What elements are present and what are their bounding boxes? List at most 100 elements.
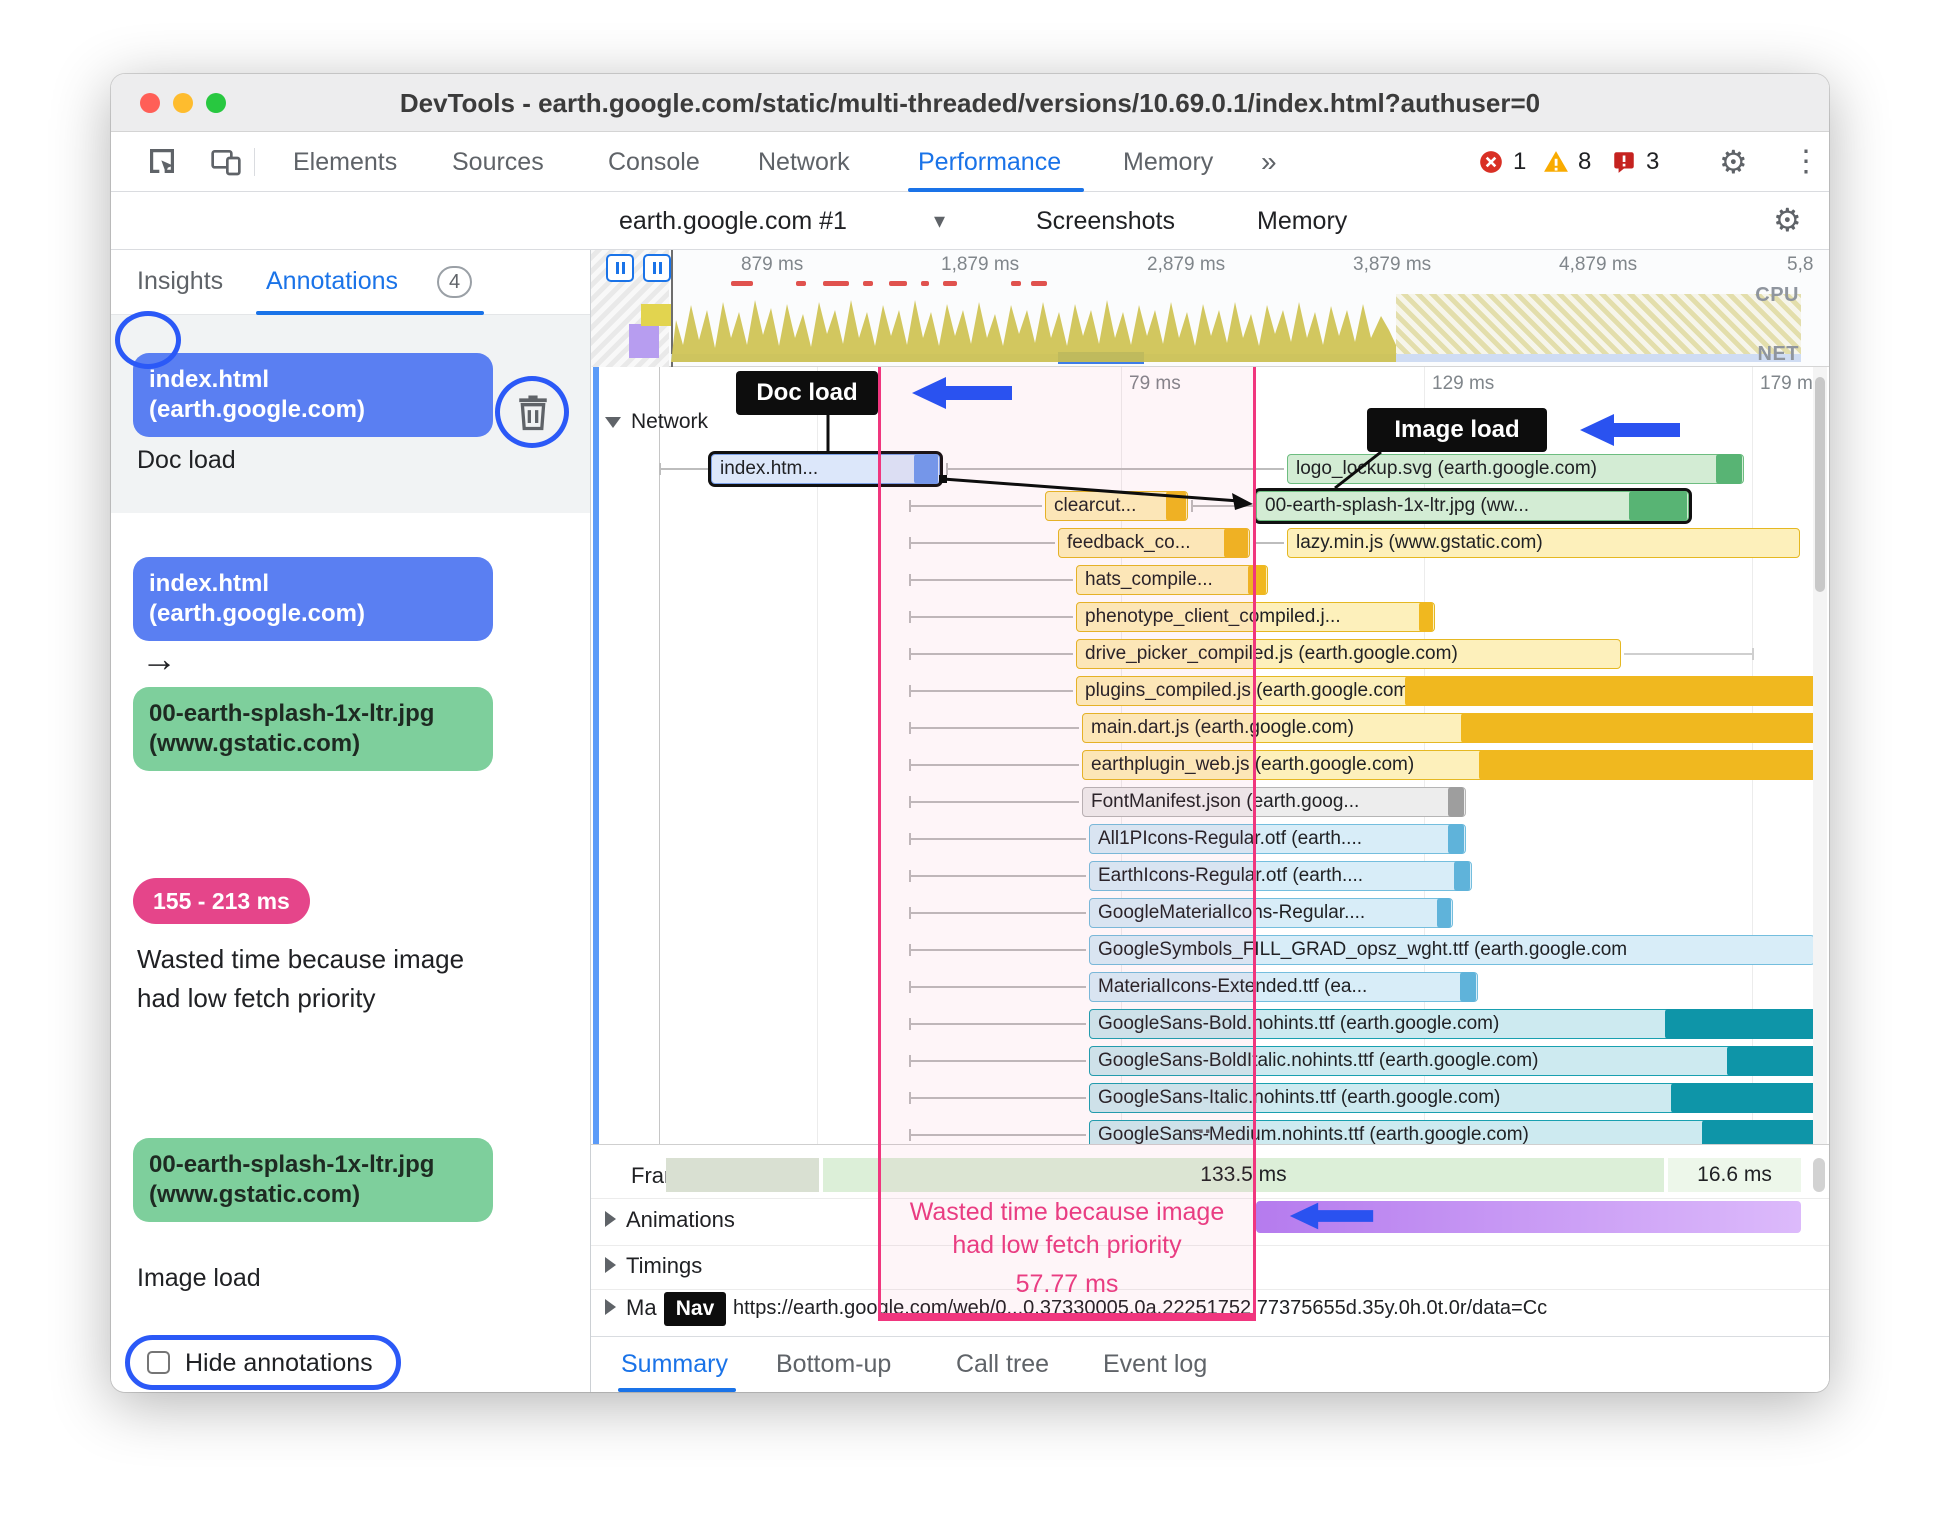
network-request-bar[interactable]: main.dart.js (earth.google.com) — [1082, 713, 1816, 743]
tab-network[interactable]: Network — [758, 132, 850, 192]
network-track-label: Network — [631, 410, 709, 433]
annotation-pill-time-range[interactable]: 155 - 213 ms — [133, 878, 310, 924]
device-toolbar-icon[interactable] — [210, 146, 242, 178]
waterfall-scrollbar[interactable] — [1813, 367, 1827, 1144]
request-label: EarthIcons-Regular.otf (earth.... — [1098, 865, 1364, 886]
network-request-bar[interactable]: plugins_compiled.js (earth.google.com) — [1076, 676, 1816, 706]
timeline-pane: 879 ms 1,879 ms 2,879 ms 3,879 ms 4,879 … — [591, 250, 1829, 1392]
inspect-icon[interactable] — [146, 145, 178, 177]
breadcrumb-button-2[interactable] — [643, 254, 671, 282]
network-request-bar[interactable]: drive_picker_compiled.js (earth.google.c… — [1076, 639, 1621, 669]
link-arrow-icon: → — [141, 638, 177, 679]
timeline-overview[interactable]: 879 ms 1,879 ms 2,879 ms 3,879 ms 4,879 … — [591, 250, 1829, 367]
kebab-menu-icon[interactable] — [1791, 132, 1821, 192]
warning-count[interactable]: 8 — [1578, 132, 1591, 192]
capture-settings-gear-icon[interactable] — [1773, 190, 1802, 250]
request-label: feedback_co... — [1067, 532, 1191, 553]
network-request-bar[interactable]: EarthIcons-Regular.otf (earth.... — [1089, 861, 1472, 891]
network-request-bar[interactable]: GoogleSans-Bold.nohints.ttf (earth.googl… — [1089, 1009, 1816, 1039]
network-request-bar[interactable]: feedback_co... — [1058, 528, 1250, 558]
net-activity-peak — [1058, 352, 1144, 364]
nav-annotation-label[interactable]: Nav — [664, 1292, 726, 1326]
request-label: logo_lockup.svg (earth.google.com) — [1296, 458, 1598, 479]
issues-count[interactable]: 3 — [1646, 132, 1659, 192]
timings-track-label: Timings — [626, 1253, 703, 1278]
tab-annotations[interactable]: Annotations — [266, 250, 398, 315]
tab-call-tree[interactable]: Call tree — [956, 1337, 1049, 1392]
cpu-lane-label: CPU — [1755, 284, 1799, 306]
network-request-bar[interactable]: index.htm... — [711, 454, 940, 484]
network-request-bar[interactable]: GoogleMaterialIcons-Regular.... — [1089, 898, 1453, 928]
timings-track-header[interactable]: Timings — [605, 1253, 702, 1279]
error-icon[interactable] — [1478, 149, 1504, 175]
tab-elements[interactable]: Elements — [293, 132, 397, 192]
network-request-bar[interactable]: phenotype_client_compiled.j... — [1076, 602, 1435, 632]
annotation-pill-link-from[interactable]: index.html (earth.google.com) — [133, 557, 493, 641]
network-request-bar[interactable]: hats_compile... — [1076, 565, 1268, 595]
chevron-down-icon[interactable] — [934, 192, 945, 250]
network-request-bar[interactable]: FontManifest.json (earth.goog... — [1082, 787, 1466, 817]
tab-insights[interactable]: Insights — [137, 250, 223, 315]
request-label: lazy.min.js (www.gstatic.com) — [1296, 532, 1543, 553]
window-title: DevTools - earth.google.com/static/multi… — [399, 88, 1541, 118]
annotation-pill-splash-image[interactable]: 00-earth-splash-1x-ltr.jpg (www.gstatic.… — [133, 1138, 493, 1222]
hide-annotations-checkbox[interactable] — [147, 1351, 170, 1374]
image-load-annotation-label[interactable]: Image load — [1367, 408, 1547, 452]
overflow-ellipsis[interactable]: ... — [1191, 1112, 1211, 1140]
minimize-window-button[interactable] — [173, 93, 193, 113]
network-request-bar[interactable]: logo_lockup.svg (earth.google.com) — [1287, 454, 1744, 484]
arrow-left-icon — [1580, 414, 1680, 446]
main-track-header[interactable]: Ma — [605, 1295, 657, 1321]
annotation-pill-index-html[interactable]: index.html (earth.google.com) — [133, 353, 493, 437]
frame-segment[interactable] — [666, 1158, 819, 1192]
frame-segment[interactable]: 133.5 ms — [823, 1158, 1664, 1192]
frame-segment[interactable]: 16.6 ms — [1668, 1158, 1801, 1192]
range-annotation-text-line1: Wasted time because image — [909, 1198, 1225, 1226]
network-request-bar[interactable]: clearcut... — [1045, 491, 1188, 521]
annotation-label-wasted-time: Wasted time because image had low fetch … — [137, 944, 465, 1013]
delete-annotation-icon[interactable] — [511, 390, 555, 434]
scrollbar-thumb[interactable] — [1815, 377, 1825, 592]
network-request-bar[interactable]: 00-earth-splash-1x-ltr.jpg (ww... — [1256, 491, 1689, 521]
close-window-button[interactable] — [140, 93, 160, 113]
animations-track-header[interactable]: Animations — [605, 1207, 735, 1233]
request-label: clearcut... — [1054, 495, 1137, 516]
tab-event-log[interactable]: Event log — [1103, 1337, 1207, 1392]
time-header-label: 129 ms — [1432, 373, 1495, 394]
tab-sources[interactable]: Sources — [452, 132, 544, 192]
network-request-bar[interactable]: lazy.min.js (www.gstatic.com) — [1287, 528, 1800, 558]
doc-load-annotation-label[interactable]: Doc load — [736, 371, 878, 415]
history-dropdown[interactable]: earth.google.com #1 — [619, 192, 847, 250]
chevron-right-icon — [605, 1211, 616, 1227]
issues-icon[interactable] — [1611, 149, 1637, 175]
time-header-label: 79 ms — [1129, 373, 1181, 394]
network-request-bar[interactable]: GoogleSymbols_FILL_GRAD_opsz_wght.ttf (e… — [1089, 935, 1815, 965]
more-tabs-icon[interactable]: » — [1261, 132, 1277, 192]
network-track-header[interactable]: Network — [605, 410, 708, 434]
ruler-label: 1,879 ms — [941, 254, 1020, 275]
breadcrumb-button-1[interactable] — [606, 254, 634, 282]
tab-console[interactable]: Console — [608, 132, 700, 192]
warning-icon[interactable] — [1543, 149, 1569, 175]
ruler-label: 5,8 — [1787, 254, 1814, 275]
settings-gear-icon[interactable] — [1719, 132, 1748, 192]
annotation-pill-link-to[interactable]: 00-earth-splash-1x-ltr.jpg (www.gstatic.… — [133, 687, 493, 771]
chevron-right-icon — [605, 1257, 616, 1273]
tab-memory[interactable]: Memory — [1123, 132, 1213, 192]
zoom-window-button[interactable] — [206, 93, 226, 113]
frames-scrollbar[interactable] — [1813, 1158, 1825, 1192]
network-request-bar[interactable]: earthplugin_web.js (earth.google.com) — [1082, 750, 1816, 780]
main-track-label: Ma — [626, 1295, 657, 1320]
tab-summary[interactable]: Summary — [621, 1337, 728, 1392]
network-request-bar[interactable]: All1PIcons-Regular.otf (earth.... — [1089, 824, 1466, 854]
annotation-label-doc-load: Doc load — [137, 446, 236, 474]
chevron-down-icon — [605, 417, 621, 428]
network-request-bar[interactable]: GoogleSans-Italic.nohints.ttf (earth.goo… — [1089, 1083, 1816, 1113]
ruler-label: 3,879 ms — [1353, 254, 1432, 275]
tab-performance[interactable]: Performance — [918, 132, 1061, 192]
network-request-bar[interactable]: MaterialIcons-Extended.ttf (ea... — [1089, 972, 1478, 1002]
error-count[interactable]: 1 — [1513, 132, 1526, 192]
tab-bottom-up[interactable]: Bottom-up — [776, 1337, 891, 1392]
devtools-window: DevTools - earth.google.com/static/multi… — [111, 74, 1829, 1392]
network-request-bar[interactable]: GoogleSans-BoldItalic.nohints.ttf (earth… — [1089, 1046, 1816, 1076]
